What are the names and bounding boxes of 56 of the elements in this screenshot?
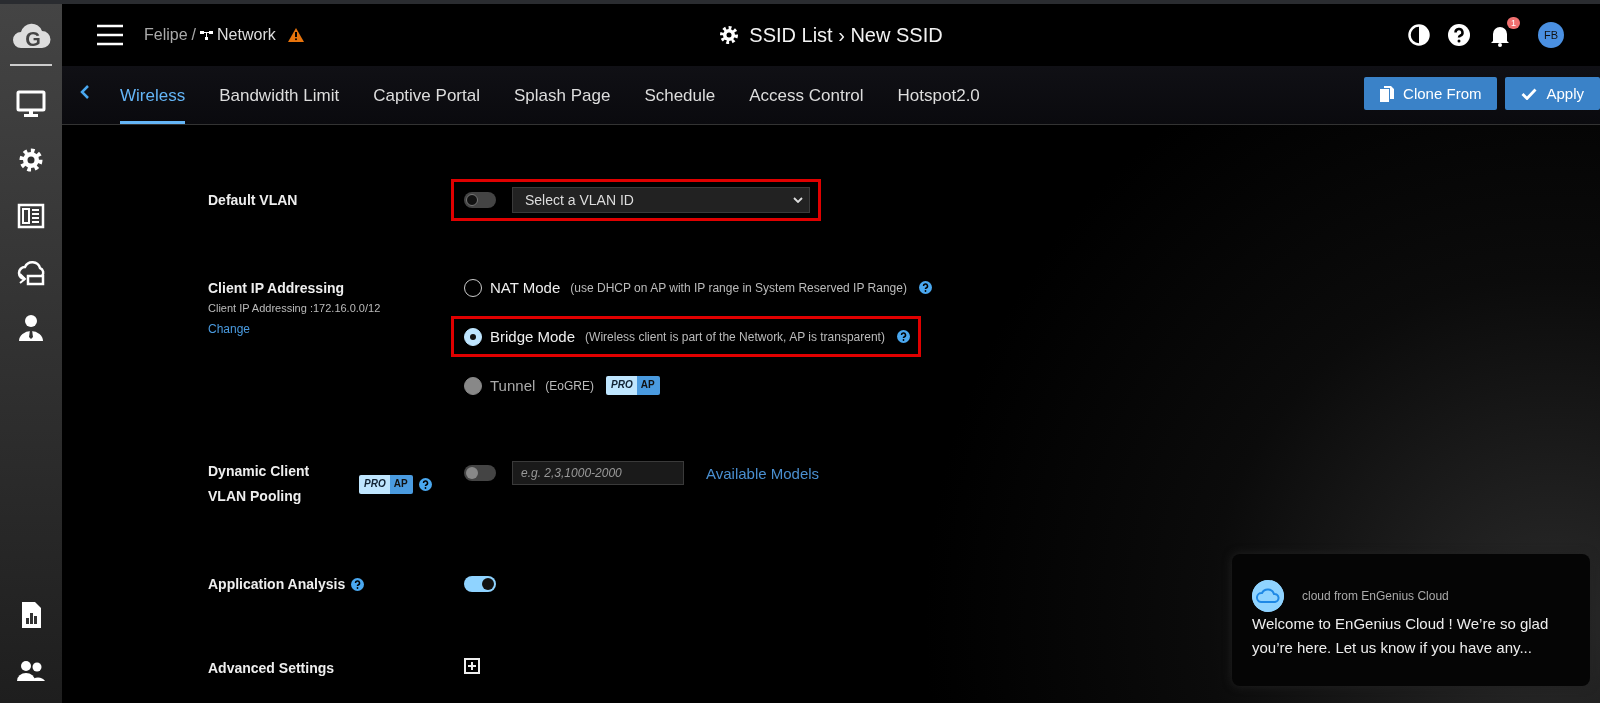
tab[interactable]: Hotspot2.0 [897,66,980,124]
chat-popup[interactable]: cloud from EnGenius Cloud Welcome to EnGenius Cloud ! We’re so glad you’re here. Let us know if you have any... [1232,554,1590,686]
chat-message: Welcome to EnGenius Cloud ! We’re so glad you’re here. Let us know if you have any... [1252,614,1550,658]
radio-label: Bridge Mode [490,328,576,345]
apply-button[interactable]: Apply [1505,77,1600,110]
notification-count: 1 [1507,17,1520,29]
tab[interactable]: Splash Page [513,66,611,124]
help-icon[interactable] [1448,24,1470,46]
network-name[interactable]: Network [217,26,276,44]
menu-icon[interactable] [96,24,124,46]
newspaper-icon[interactable] [16,201,46,231]
setting-label: Dynamic Client VLAN Pooling [208,462,311,506]
setting-label: Default VLAN [208,192,299,208]
radio-label: Tunnel [490,377,536,394]
check-icon [1521,87,1538,100]
setting-label: Advanced Settings [208,659,336,676]
change-link[interactable]: Change [208,322,251,336]
tab[interactable]: Schedule [644,66,716,124]
toggle-switch[interactable] [464,465,496,481]
radio-option[interactable]: Bridge Mode (Wireless client is part of the Network, AP is transparent) [454,319,918,354]
radio-label: NAT Mode [490,279,561,296]
radio-note: (use DHCP on AP with IP range in System Reserved IP Range) [570,280,907,295]
available-models-link[interactable]: Available Models [706,464,820,482]
clone-button[interactable]: Clone From [1364,77,1498,110]
contrast-icon[interactable] [1408,24,1430,46]
tab[interactable]: Access Control [749,66,864,124]
network-icon [200,29,214,41]
radio-note: (EoGRE) [545,378,594,393]
monitor-icon[interactable] [16,89,46,119]
org-name[interactable]: Felipe [144,26,188,44]
gear-icon [719,25,740,45]
chevron-down-icon [793,197,803,203]
radio-option[interactable]: NAT Mode (use DHCP on AP with IP range in System Reserved IP Range) [454,270,940,305]
user-icon[interactable] [16,313,46,343]
tab[interactable]: Captive Portal [373,66,480,124]
page-title: SSID List › New SSID [749,23,943,47]
cloud-avatar-icon [1252,580,1284,612]
user-avatar[interactable]: FB [1538,22,1564,48]
toggle-switch[interactable] [464,192,496,208]
expand-icon[interactable] [464,658,480,677]
copy-icon [1380,85,1395,102]
back-icon[interactable] [80,84,90,100]
help-icon[interactable] [918,281,932,294]
setting-sublabel: Client IP Addressing :172.16.0.0/12 [208,302,382,314]
help-icon[interactable] [351,577,365,591]
setting-label: Application Analysis [208,576,346,592]
vlan-pool-field[interactable]: e.g. 2,3,1000-2000 [512,461,684,485]
setting-label: Client IP Addressing [208,280,346,296]
tab[interactable]: Bandwidth Limit [219,66,340,124]
vlan-select[interactable]: Select a VLAN ID [512,187,810,213]
radio-note: (Wireless client is part of the Network, AP is transparent) [585,329,885,344]
help-icon[interactable] [896,330,910,343]
toggle-switch[interactable] [464,576,496,592]
help-icon[interactable] [418,477,432,491]
breadcrumb-separator: / [191,26,197,44]
chat-sender: cloud from EnGenius Cloud [1302,589,1449,603]
